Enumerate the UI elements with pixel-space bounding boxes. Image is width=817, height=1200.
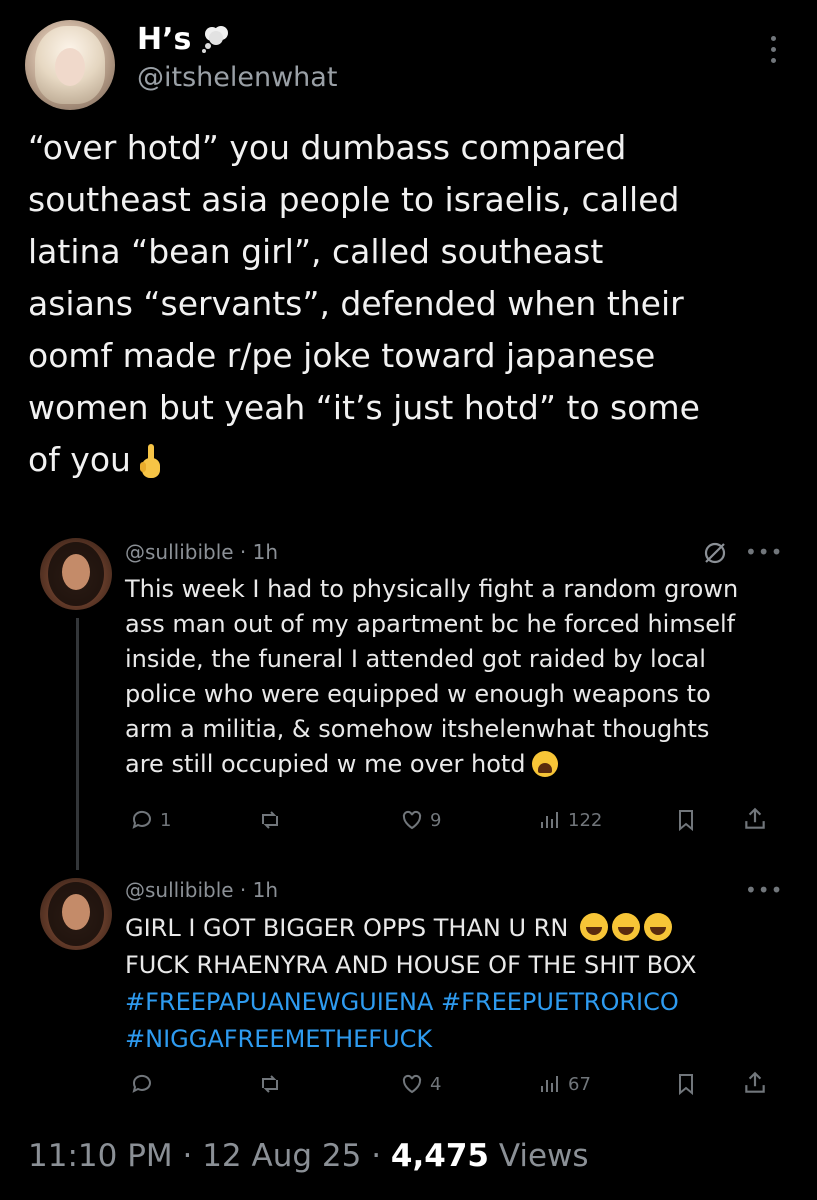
reply-line-2: FUCK RHAENYRA AND HOUSE OF THE SHIT BOX bbox=[125, 951, 697, 979]
views-label: Views bbox=[488, 1138, 589, 1174]
tweet-date[interactable]: 12 Aug 25 bbox=[202, 1138, 361, 1174]
muted-conversation-icon[interactable] bbox=[702, 540, 728, 566]
avatar-face bbox=[62, 554, 90, 590]
views-icon bbox=[541, 1076, 558, 1092]
middle-finger-emoji bbox=[139, 443, 160, 478]
heart-icon bbox=[402, 1074, 422, 1094]
tweet-body: “over hotd” you dumbass compared southea… bbox=[28, 128, 700, 479]
reply-text: GIRL I GOT BIGGER OPPS THAN U RN FUCK RH… bbox=[125, 910, 775, 1058]
reply-button[interactable]: 1 bbox=[130, 808, 171, 832]
avatar-face bbox=[55, 48, 85, 86]
views-icon bbox=[541, 812, 558, 828]
reply-line-1: GIRL I GOT BIGGER OPPS THAN U RN bbox=[125, 914, 569, 942]
comment-icon bbox=[132, 810, 151, 829]
share-icon[interactable] bbox=[742, 806, 768, 832]
retweet-icon bbox=[262, 811, 278, 829]
reply-handle[interactable]: @sullibible · 1h bbox=[125, 540, 278, 564]
like-button[interactable]: 9 bbox=[400, 808, 441, 832]
reply-avatar[interactable] bbox=[40, 538, 112, 610]
like-button[interactable]: 4 bbox=[400, 1072, 441, 1096]
tweet-text: “over hotd” you dumbass compared southea… bbox=[28, 122, 798, 486]
reply-avatar[interactable] bbox=[40, 878, 112, 950]
tweet-time[interactable]: 11:10 PM bbox=[28, 1138, 173, 1174]
like-count: 4 bbox=[430, 1073, 442, 1095]
thought-bubble-icon bbox=[202, 26, 228, 53]
bookmark-icon[interactable] bbox=[674, 1072, 698, 1096]
thread-connector bbox=[76, 618, 79, 870]
reply-more-icon[interactable]: ••• bbox=[745, 878, 783, 902]
reply-handle[interactable]: @sullibible · 1h bbox=[125, 878, 278, 902]
reply-button[interactable] bbox=[130, 1072, 160, 1096]
author-display-name[interactable]: H’s bbox=[137, 22, 191, 57]
retweet-button[interactable] bbox=[258, 808, 288, 832]
separator: · bbox=[172, 1138, 203, 1174]
views-button[interactable]: 67 bbox=[538, 1072, 591, 1096]
heart-icon bbox=[402, 810, 422, 830]
reply-count: 1 bbox=[160, 809, 172, 831]
view-count: 122 bbox=[568, 809, 603, 831]
bookmark-icon[interactable] bbox=[674, 808, 698, 832]
tears-of-joy-emoji bbox=[579, 913, 608, 941]
author-handle[interactable]: @itshelenwhat bbox=[137, 62, 337, 93]
reply-more-icon[interactable]: ••• bbox=[745, 540, 783, 564]
avatar-face bbox=[62, 894, 90, 930]
loudly-crying-emoji bbox=[531, 751, 558, 777]
hashtag-link[interactable]: #FREEPAPUANEWGUIENA bbox=[125, 988, 433, 1016]
view-count: 67 bbox=[568, 1073, 591, 1095]
retweet-icon bbox=[262, 1075, 278, 1093]
reply-text: This week I had to physically fight a ra… bbox=[125, 572, 775, 782]
tweet-meta-footer: 11:10 PM · 12 Aug 25 · 4,475 Views bbox=[28, 1138, 589, 1174]
reply-body: This week I had to physically fight a ra… bbox=[125, 575, 739, 778]
hashtag-link[interactable]: #NIGGAFREEMETHEFUCK bbox=[125, 1025, 432, 1053]
share-icon[interactable] bbox=[742, 1070, 768, 1096]
more-options-icon[interactable] bbox=[769, 36, 779, 66]
comment-icon bbox=[132, 1074, 151, 1093]
retweet-button[interactable] bbox=[258, 1072, 288, 1096]
views-total: 4,475 bbox=[390, 1138, 489, 1174]
hashtag-link[interactable]: #FREEPUETRORICO bbox=[441, 988, 679, 1016]
author-avatar[interactable] bbox=[25, 20, 115, 110]
views-button[interactable]: 122 bbox=[538, 808, 602, 832]
like-count: 9 bbox=[430, 809, 442, 831]
separator: · bbox=[361, 1138, 391, 1174]
tears-of-joy-emoji bbox=[643, 913, 672, 941]
tears-of-joy-emoji bbox=[611, 913, 640, 941]
